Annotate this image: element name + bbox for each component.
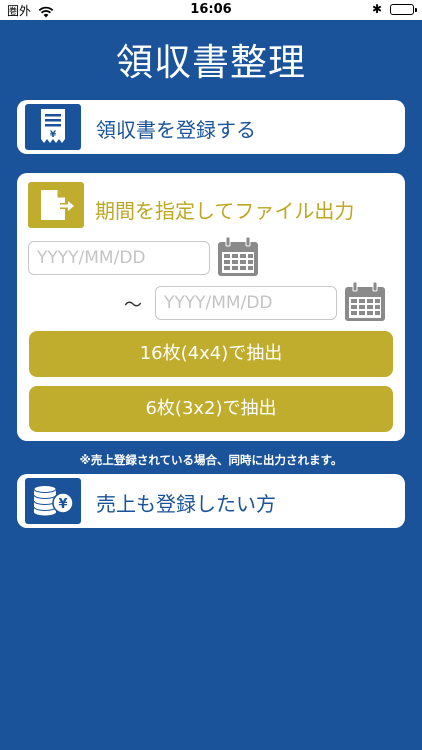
export-period-card: 期間を指定してファイル出力 〜 bbox=[17, 173, 405, 441]
start-calendar-icon[interactable] bbox=[216, 236, 260, 278]
battery-icon bbox=[390, 4, 417, 15]
start-date-input[interactable] bbox=[28, 241, 210, 275]
page-title: 領収書整理 bbox=[116, 41, 306, 84]
end-calendar-icon[interactable] bbox=[343, 281, 387, 323]
svg-text:¥: ¥ bbox=[50, 130, 57, 140]
export-period-label: 期間を指定してファイル出力 bbox=[95, 199, 355, 223]
extract-6-button[interactable]: 6枚(3x2)で抽出 bbox=[29, 386, 393, 432]
sales-export-note: ※売上登録されている場合、同時に出力されます。 bbox=[79, 453, 343, 467]
extract-16-button[interactable]: 16枚(4x4)で抽出 bbox=[29, 331, 393, 377]
register-receipt-label: 領収書を登録する bbox=[96, 118, 256, 142]
svg-text:¥: ¥ bbox=[58, 497, 67, 512]
date-range-separator: 〜 bbox=[124, 295, 142, 316]
register-receipt-card[interactable]: ¥ 領収書を登録する bbox=[17, 100, 405, 154]
status-bar: 圏外 16:06 ✱ bbox=[0, 0, 422, 20]
app-screen: 圏外 16:06 ✱ 領収書整理 ¥ 領収書を登録する 期間を指定してファイル出… bbox=[0, 0, 422, 750]
end-date-input[interactable] bbox=[155, 286, 337, 320]
bluetooth-icon: ✱ bbox=[371, 2, 382, 16]
sales-register-card[interactable]: ¥ 売上も登録したい方 bbox=[17, 474, 405, 528]
receipt-yen-icon: ¥ bbox=[25, 104, 81, 150]
coins-yen-icon: ¥ bbox=[25, 478, 81, 524]
sales-register-label: 売上も登録したい方 bbox=[96, 492, 276, 516]
file-export-icon bbox=[28, 182, 84, 228]
clock: 16:06 bbox=[190, 2, 232, 17]
